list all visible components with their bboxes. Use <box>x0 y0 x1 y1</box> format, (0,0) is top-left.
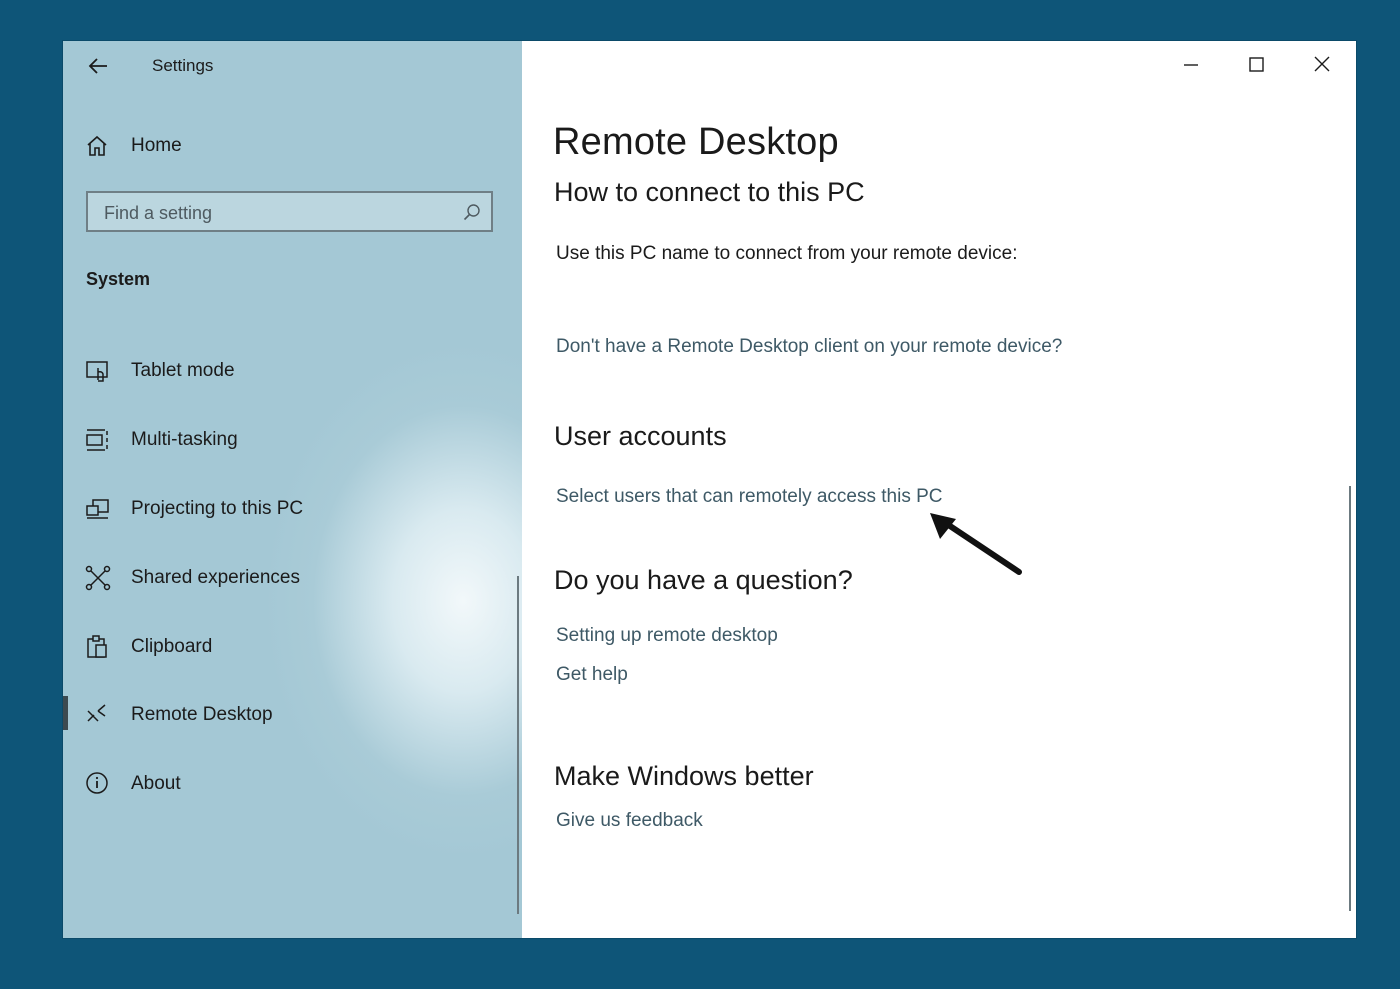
search-icon[interactable] <box>463 203 481 221</box>
sidebar-item-label: About <box>131 773 181 794</box>
connect-heading: How to connect to this PC <box>554 177 865 207</box>
sidebar-item-label: Shared experiences <box>131 567 300 588</box>
info-icon <box>86 772 108 794</box>
settings-window: Settings Home System Tablet mode <box>63 41 1356 938</box>
remote-desktop-icon <box>87 704 106 722</box>
setting-up-remote-desktop-link[interactable]: Setting up remote desktop <box>556 625 778 647</box>
back-arrow-icon[interactable] <box>87 55 109 77</box>
sidebar-item-label: Multi-tasking <box>131 429 238 450</box>
connect-instruction-text: Use this PC name to connect from your re… <box>556 243 1018 264</box>
home-icon <box>87 135 107 156</box>
sidebar-item-clipboard[interactable]: Clipboard <box>85 633 212 661</box>
page-title: Remote Desktop <box>553 121 839 163</box>
get-help-link[interactable]: Get help <box>556 664 628 686</box>
question-heading: Do you have a question? <box>554 565 853 595</box>
user-accounts-heading: User accounts <box>554 421 727 451</box>
sidebar-scrollbar[interactable] <box>517 576 519 914</box>
sidebar-item-projecting[interactable]: Projecting to this PC <box>85 495 303 523</box>
pointer-arrow-annotation <box>930 513 1022 575</box>
section-title-system: System <box>86 269 151 289</box>
sidebar: Settings Home System Tablet mode <box>63 41 522 938</box>
feedback-heading: Make Windows better <box>554 761 814 791</box>
search-input[interactable] <box>102 201 446 225</box>
client-download-link[interactable]: Don't have a Remote Desktop client on yo… <box>556 336 1062 358</box>
home-label: Home <box>131 135 182 156</box>
sidebar-item-multi-tasking[interactable]: Multi-tasking <box>85 426 238 454</box>
shared-experiences-icon <box>85 565 111 591</box>
search-box[interactable] <box>86 191 493 232</box>
sidebar-item-tablet-mode[interactable]: Tablet mode <box>85 357 235 385</box>
sidebar-item-remote-desktop[interactable]: Remote Desktop <box>85 701 273 729</box>
sidebar-item-label: Clipboard <box>131 636 213 657</box>
content-scrollbar[interactable] <box>1349 486 1351 911</box>
sidebar-item-shared-experiences[interactable]: Shared experiences <box>85 564 300 592</box>
window-title: Settings <box>152 56 214 75</box>
sidebar-item-about[interactable]: About <box>85 770 181 798</box>
clipboard-icon <box>87 635 107 658</box>
sidebar-item-label: Tablet mode <box>131 360 235 381</box>
give-feedback-link[interactable]: Give us feedback <box>556 810 703 832</box>
main-content: Remote Desktop How to connect to this PC… <box>522 41 1356 938</box>
tablet-mode-icon <box>86 361 108 382</box>
home-nav-item[interactable]: Home <box>85 133 182 159</box>
selected-indicator <box>63 696 68 730</box>
multitasking-icon <box>86 429 108 451</box>
sidebar-item-label: Remote Desktop <box>131 704 273 725</box>
projecting-icon <box>86 499 109 519</box>
sidebar-item-label: Projecting to this PC <box>131 498 304 519</box>
select-users-link[interactable]: Select users that can remotely access th… <box>556 486 943 508</box>
